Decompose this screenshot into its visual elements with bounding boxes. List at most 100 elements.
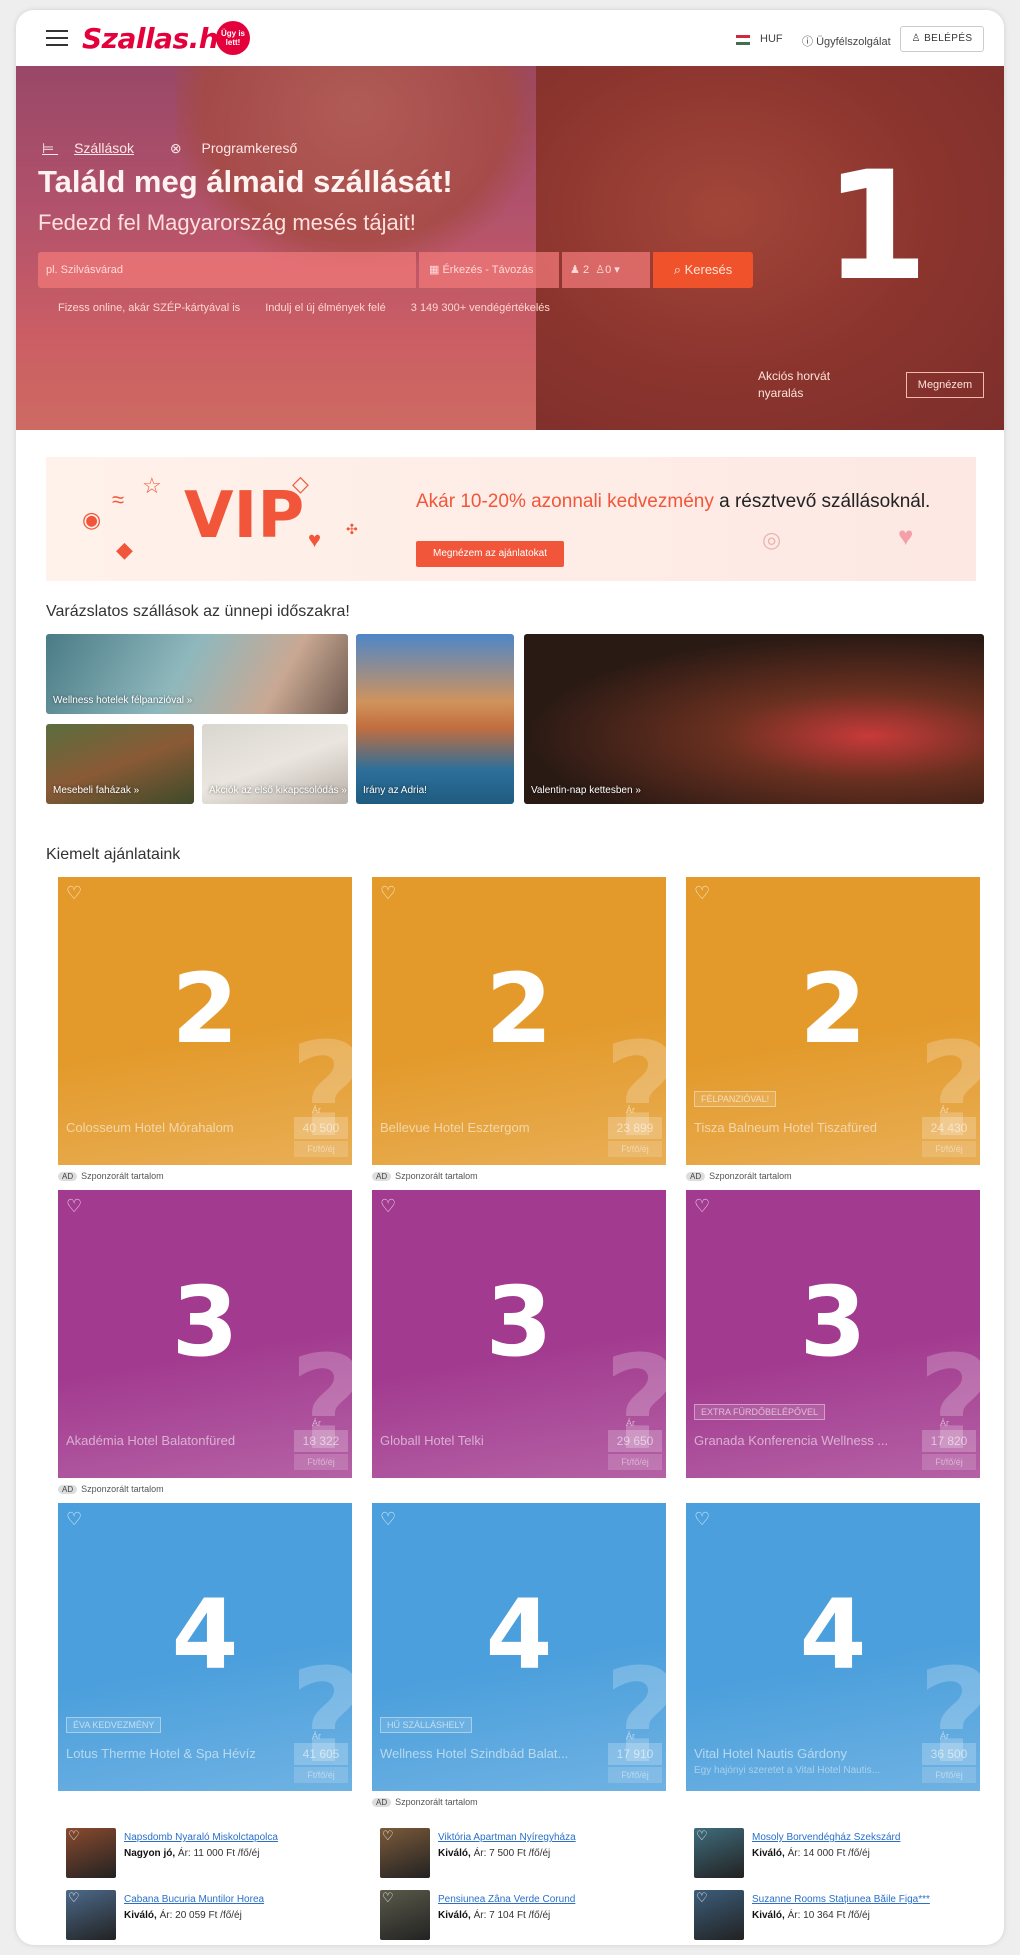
listing-name[interactable]: Viktória Apartman Nyíregyháza xyxy=(438,1832,576,1843)
collage-tile-valentine[interactable]: Valentin-nap kettesben » xyxy=(524,634,984,804)
promo-line: nyaralás xyxy=(758,386,804,400)
usp-item: 3 149 300+ vendégértékelés xyxy=(410,302,550,314)
hotel-badge: FÉLPANZIÓVAL! xyxy=(694,1091,777,1107)
price-label: Ár xyxy=(626,1731,635,1741)
hotel-card[interactable]: ♡4?HŰ SZÁLLÁSHELYWellness Hotel Szindbád… xyxy=(372,1503,666,1791)
favorite-heart-icon[interactable]: ♡ xyxy=(380,883,396,904)
hungarian-flag-icon[interactable] xyxy=(736,35,750,45)
favorite-heart-icon[interactable]: ♡ xyxy=(68,1828,80,1844)
hotel-card[interactable]: ♡3?Globall Hotel TelkiÁr29 650Ft/fő/éj xyxy=(372,1190,666,1478)
price-value: 18 322 xyxy=(294,1430,348,1452)
favorite-heart-icon[interactable]: ♡ xyxy=(696,1828,708,1844)
listing-price: Ár: 20 059 Ft /fő/éj xyxy=(159,1910,242,1921)
tab-accommodations-label: Szállások xyxy=(74,140,135,156)
date-range-picker[interactable]: ▦ Érkezés - Távozás xyxy=(419,252,559,288)
heart-icon: ♥ xyxy=(898,521,914,551)
star-icon: ☆ xyxy=(142,473,162,498)
hotel-name: Wellness Hotel Szindbád Balat... xyxy=(380,1746,569,1761)
sponsored-label: AD Szponzorált tartalom xyxy=(686,1171,792,1181)
collage-tile-relax[interactable]: Akciók az első kikapcsolódás » xyxy=(202,724,348,804)
hamburger-menu-icon[interactable] xyxy=(46,30,68,46)
sponsored-label: AD Szponzorált tartalom xyxy=(58,1484,164,1494)
listing-name[interactable]: Cabana Bucuria Muntilor Horea xyxy=(124,1894,264,1905)
favorite-heart-icon[interactable]: ♡ xyxy=(694,883,710,904)
tab-programs[interactable]: ⊗ Programkereső xyxy=(170,140,313,156)
child-icon: ♙ xyxy=(595,264,606,276)
price-label: Ár xyxy=(312,1105,321,1115)
listing-rating-label: Kiváló, xyxy=(752,1910,785,1921)
price-label: Ár xyxy=(626,1105,635,1115)
favorite-heart-icon[interactable]: ♡ xyxy=(382,1890,394,1906)
search-button[interactable]: ⌕ Keresés xyxy=(653,252,753,288)
hotel-card[interactable]: ♡4?Vital Hotel Nautis GárdonyEgy hajónyi… xyxy=(686,1503,980,1791)
list-item[interactable]: ♡ Mosoly Borvendégház Szekszárd Kiváló, Ár… xyxy=(694,1828,974,1878)
list-item[interactable]: ♡ Cabana Bucuria Muntilor Horea Kiváló, Ár… xyxy=(66,1890,346,1940)
chevron-down-icon: ▾ xyxy=(614,264,620,276)
listing-name[interactable]: Pensiunea Zâna Verde Corund xyxy=(438,1894,575,1905)
tile-label: Wellness hotelek félpanzióval » xyxy=(53,695,193,706)
vip-offers-button[interactable]: Megnézem az ajánlatokat xyxy=(416,541,564,567)
site-logo[interactable]: Szallas.hu xyxy=(82,22,238,55)
collage-tile-adriatic[interactable]: Irány az Adria! xyxy=(356,634,514,804)
listing-rating: Kiváló, Ár: 10 364 Ft /fő/éj xyxy=(752,1910,870,1921)
help-circle-icon: ⓘ xyxy=(802,36,817,48)
listing-rating-label: Nagyon jó, xyxy=(124,1848,176,1859)
favorite-heart-icon[interactable]: ♡ xyxy=(382,1828,394,1844)
favorite-heart-icon[interactable]: ♡ xyxy=(380,1196,396,1217)
list-item[interactable]: ♡ Suzanne Rooms Stațiunea Băile Figa*** Ki… xyxy=(694,1890,974,1940)
confetti-icon: ◎ xyxy=(762,527,782,552)
top-header: Szallas.hu Ügy is lett! HUF ⓘ Ügyfélszol… xyxy=(16,10,1004,66)
tab-accommodations[interactable]: ⊨ Szállások xyxy=(42,140,150,156)
price-value: 40 500 xyxy=(294,1117,348,1139)
favorite-heart-icon[interactable]: ♡ xyxy=(696,1890,708,1906)
price-unit: Ft/fő/éj xyxy=(294,1454,348,1470)
favorite-heart-icon[interactable]: ♡ xyxy=(694,1509,710,1530)
price-unit: Ft/fő/éj xyxy=(294,1141,348,1157)
price-unit: Ft/fő/éj xyxy=(608,1141,662,1157)
currency-selector[interactable]: HUF xyxy=(760,33,783,45)
vip-headline: Akár 10-20% azonnali kedvezmény a résztv… xyxy=(416,491,930,513)
vip-logo: VIP xyxy=(184,479,305,553)
destination-input[interactable]: pl. Szilvásvárad xyxy=(38,252,416,288)
list-item[interactable]: ♡ Napsdomb Nyaraló Miskolctapolca Nagyon j… xyxy=(66,1828,346,1878)
hotel-badge: HŰ SZÁLLÁSHELY xyxy=(380,1717,472,1733)
promo-button[interactable]: Megnézem xyxy=(906,372,984,398)
favorite-heart-icon[interactable]: ♡ xyxy=(380,1509,396,1530)
favorite-heart-icon[interactable]: ♡ xyxy=(66,1196,82,1217)
hotel-card[interactable]: ♡2?Colosseum Hotel MórahalomÁr40 500Ft/f… xyxy=(58,877,352,1165)
hotel-card[interactable]: ♡3?Akadémia Hotel BalatonfüredÁr18 322Ft… xyxy=(58,1190,352,1478)
support-label: Ügyfélszolgálat xyxy=(816,36,891,48)
tile-label: Irány az Adria! xyxy=(363,785,427,796)
sponsored-text: Szponzorált tartalom xyxy=(395,1171,478,1181)
vip-banner[interactable]: ◉ ≈ ☆ ◆ VIP ◇ ♥ ✣ Akár 10-20% azonnali k… xyxy=(46,457,976,581)
support-link[interactable]: ⓘ Ügyfélszolgálat xyxy=(802,33,891,49)
list-item[interactable]: ♡ Pensiunea Zâna Verde Corund Kiváló, Ár: … xyxy=(380,1890,660,1940)
list-item[interactable]: ♡ Viktória Apartman Nyíregyháza Kiváló, Ár… xyxy=(380,1828,660,1878)
hotel-card[interactable]: ♡4?ÉVA KEDVEZMÉNYLotus Therme Hotel & Sp… xyxy=(58,1503,352,1791)
hotel-card[interactable]: ♡2?Bellevue Hotel EsztergomÁr23 899Ft/fő… xyxy=(372,877,666,1165)
listing-name[interactable]: Mosoly Borvendégház Szekszárd xyxy=(752,1832,900,1843)
login-button[interactable]: ♙ BELÉPÉS xyxy=(900,26,984,52)
pin-icon: ⊗ xyxy=(169,140,186,156)
hotel-card[interactable]: ♡3?EXTRA FÜRDŐBELÉPŐVELGranada Konferenc… xyxy=(686,1190,980,1478)
hero-banner: ⊨ Szállások ⊗ Programkereső Találd meg á… xyxy=(16,66,1004,430)
price-unit: Ft/fő/éj xyxy=(608,1767,662,1783)
favorite-heart-icon[interactable]: ♡ xyxy=(66,1509,82,1530)
hotel-card[interactable]: ♡2?FÉLPANZIÓVAL!Tisza Balneum Hotel Tisz… xyxy=(686,877,980,1165)
listing-name[interactable]: Napsdomb Nyaraló Miskolctapolca xyxy=(124,1832,278,1843)
children-count: 0 xyxy=(605,264,612,276)
favorite-heart-icon[interactable]: ♡ xyxy=(694,1196,710,1217)
featured-title: Kiemelt ajánlataink xyxy=(46,846,181,863)
favorite-heart-icon[interactable]: ♡ xyxy=(66,883,82,904)
confetti-icon: ◆ xyxy=(116,537,133,562)
listing-name[interactable]: Suzanne Rooms Stațiunea Băile Figa*** xyxy=(752,1894,930,1905)
listing-rating: Kiváló, Ár: 7 500 Ft /fő/éj xyxy=(438,1848,550,1859)
tile-label: Akciók az első kikapcsolódás » xyxy=(209,785,347,796)
collage-tile-wellness[interactable]: Wellness hotelek félpanzióval » xyxy=(46,634,348,714)
sponsored-label: AD Szponzorált tartalom xyxy=(58,1171,164,1181)
ad-pill: AD xyxy=(686,1172,706,1181)
ad-pill: AD xyxy=(372,1798,392,1807)
collage-tile-cabins[interactable]: Mesebeli faházak » xyxy=(46,724,194,804)
favorite-heart-icon[interactable]: ♡ xyxy=(68,1890,80,1906)
guests-selector[interactable]: ♟ 2 ♙0 ▾ xyxy=(562,252,650,288)
